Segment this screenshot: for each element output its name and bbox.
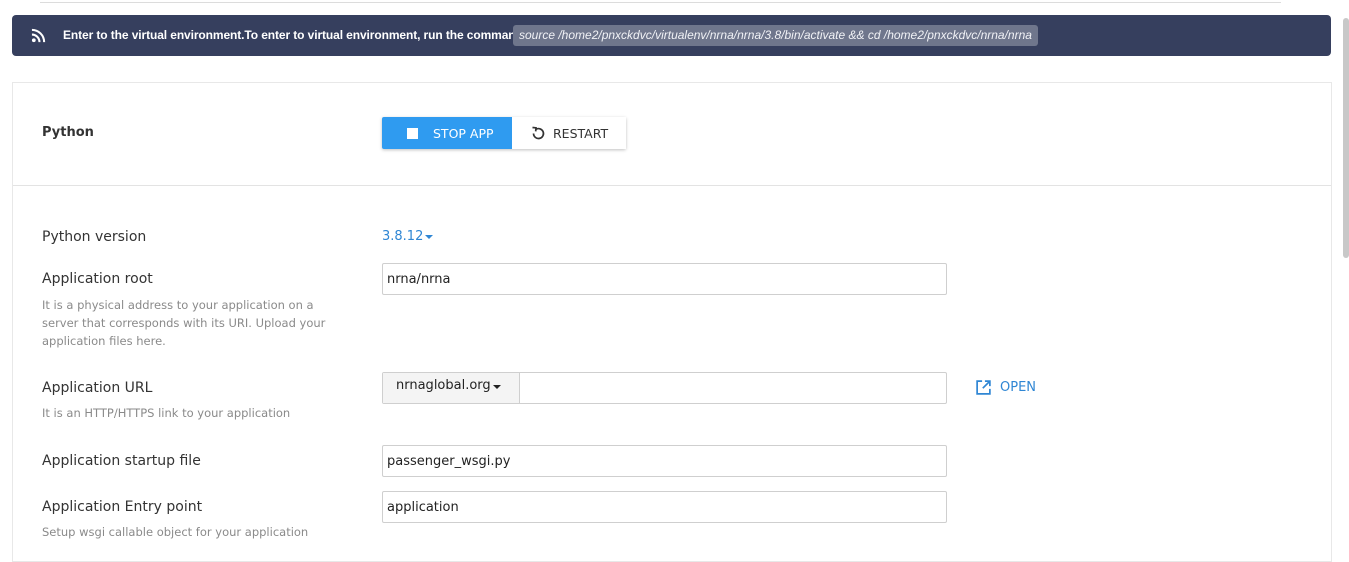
venv-notice-bar: Enter to the virtual environment.To ente… <box>12 15 1331 56</box>
restart-label: RESTART <box>553 125 609 141</box>
app-root-label: Application root <box>42 271 153 287</box>
entry-point-hint: Setup wsgi callable object for your appl… <box>42 525 309 539</box>
entry-point-label: Application Entry point <box>42 499 203 515</box>
chevron-down-icon <box>492 385 501 389</box>
notice-command[interactable]: source /home2/pnxckdvc/virtualenv/nrna/n… <box>513 25 1038 46</box>
restart-icon <box>532 126 545 139</box>
entry-point-input[interactable]: application <box>382 491 947 523</box>
startup-file-input[interactable]: passenger_wsgi.py <box>382 445 947 477</box>
page-title: Python <box>42 125 94 140</box>
open-label: OPEN <box>1000 380 1037 395</box>
page-scrollbar[interactable] <box>1343 18 1349 258</box>
app-actions: STOP APP RESTART <box>382 117 626 149</box>
open-link[interactable]: OPEN <box>975 379 1036 396</box>
app-root-input[interactable]: nrna/nrna <box>382 263 947 295</box>
domain-dropdown[interactable]: nrnaglobal.org <box>383 373 520 403</box>
top-divider <box>40 2 1281 3</box>
app-url-hint: It is an HTTP/HTTPS link to your applica… <box>42 406 291 420</box>
stop-app-label: STOP APP <box>433 125 494 141</box>
startup-file-label: Application startup file <box>42 453 201 469</box>
stop-icon <box>407 127 418 139</box>
python-version-value: 3.8.12 <box>382 229 424 244</box>
python-version-label: Python version <box>42 229 147 245</box>
rss-icon <box>31 28 46 43</box>
chevron-down-icon <box>425 234 434 239</box>
stop-app-button[interactable]: STOP APP <box>382 117 512 149</box>
python-version-dropdown[interactable]: 3.8.12 <box>382 229 434 244</box>
app-url-label: Application URL <box>42 380 153 396</box>
app-root-hint: It is a physical address to your applica… <box>42 298 326 348</box>
external-link-icon <box>976 380 991 395</box>
restart-button[interactable]: RESTART <box>512 117 626 149</box>
url-path-input[interactable] <box>520 373 946 403</box>
app-url-field: nrnaglobal.org <box>382 372 947 404</box>
panel-divider <box>13 185 1331 186</box>
notice-message: Enter to the virtual environment.To ente… <box>63 28 527 42</box>
domain-value: nrnaglobal.org <box>396 378 491 393</box>
